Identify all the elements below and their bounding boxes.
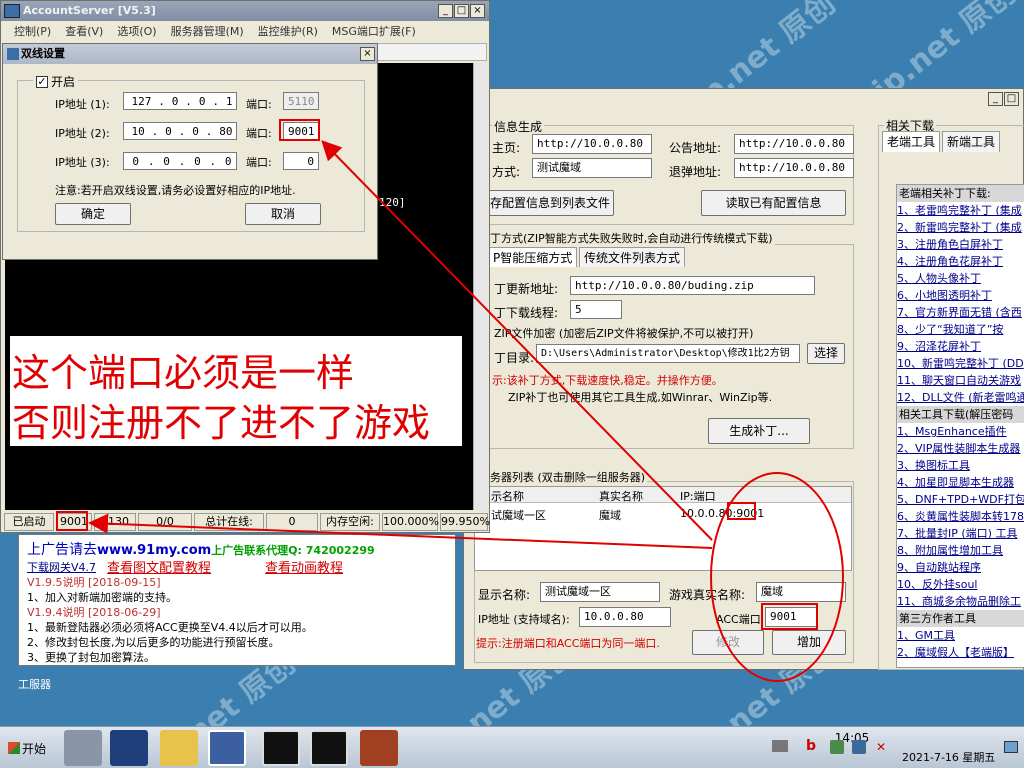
start-button[interactable]: 开始 [2, 735, 52, 761]
taskbar: 开始 14:05 2021-7-16 星期五 [0, 726, 1024, 768]
volume-muted-icon[interactable]: ✕ [876, 740, 892, 754]
security-icon[interactable] [852, 740, 866, 754]
explorer-icon[interactable] [160, 730, 198, 766]
windows-icon [8, 742, 20, 754]
app-tray-icon[interactable]: b [806, 738, 816, 754]
annotation-arrows [88, 140, 713, 549]
server-manager-icon[interactable] [64, 730, 102, 766]
arrow-to-dialog-port [321, 140, 713, 541]
keyboard-icon[interactable] [772, 740, 788, 752]
show-desktop-icon[interactable] [1004, 741, 1018, 753]
network-icon[interactable] [830, 740, 844, 754]
accountserver-taskbar-icon[interactable] [208, 730, 246, 766]
powershell-icon[interactable] [110, 730, 148, 766]
console-taskbar-icon-1[interactable] [262, 730, 300, 766]
tool-taskbar-icon[interactable] [360, 730, 398, 766]
arrow-to-status-port [88, 513, 713, 549]
console-taskbar-icon-2[interactable] [310, 730, 348, 766]
